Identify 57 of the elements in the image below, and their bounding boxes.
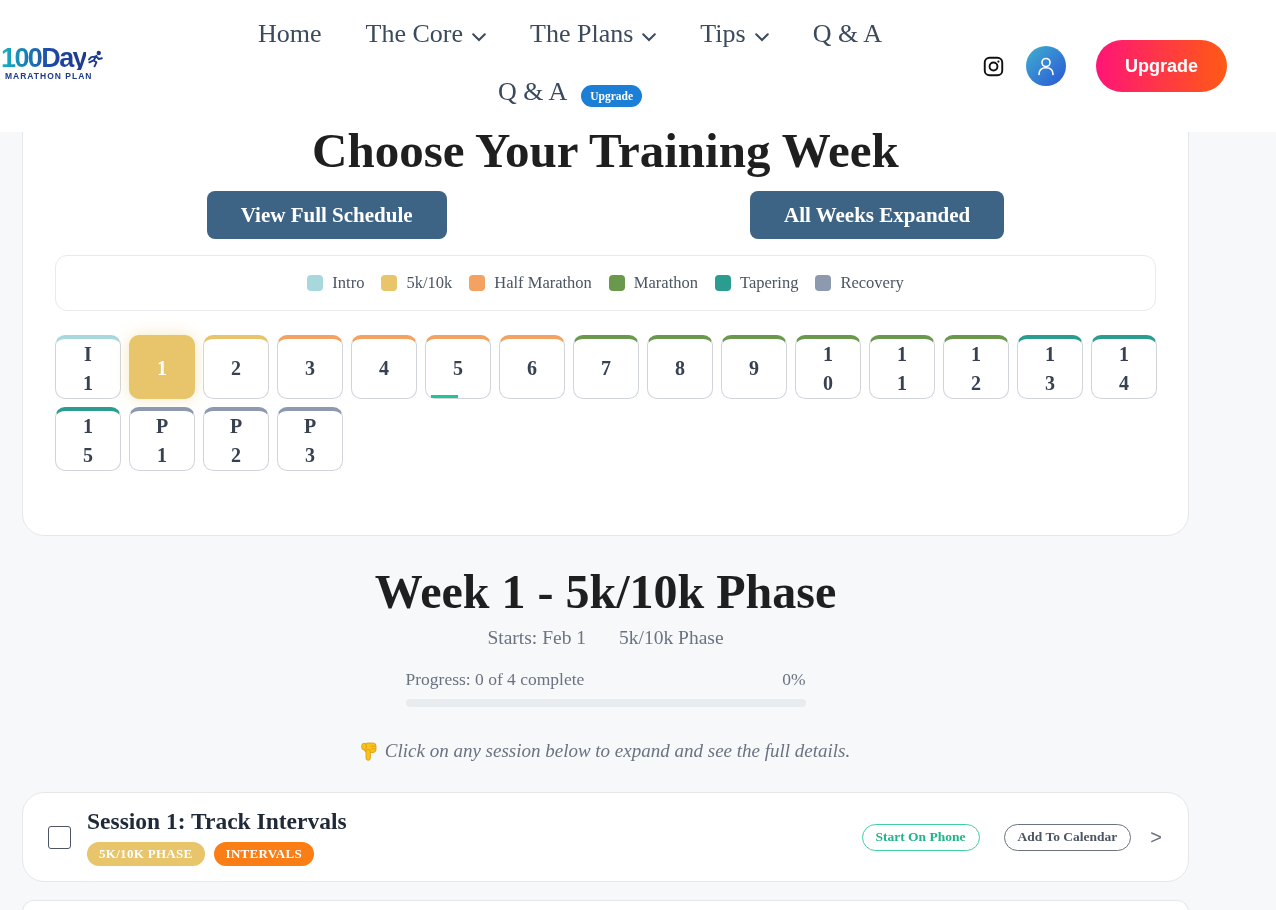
start-date-text: Starts: Feb 1 <box>487 626 586 650</box>
progress-reading: 0% <box>782 669 806 689</box>
legend-label: Marathon <box>633 273 698 293</box>
week-tile[interactable]: P2 <box>203 407 269 471</box>
week-tile[interactable]: 15 <box>55 407 121 471</box>
week-tile[interactable]: P3 <box>277 407 343 471</box>
session-action-button[interactable]: Add To Calendar <box>1003 823 1132 851</box>
user-avatar-icon[interactable] <box>1026 46 1066 86</box>
expand-toggle[interactable]: > <box>1148 825 1164 849</box>
week-tile[interactable]: I1 <box>55 335 121 399</box>
week-tile[interactable]: 14 <box>1091 335 1157 399</box>
phase-text: 5k/10k Phase <box>619 626 724 650</box>
chevron-down-icon <box>472 32 487 42</box>
nav-link[interactable]: Home <box>258 19 322 49</box>
session-tag: 5K/10K PHASE <box>87 842 205 866</box>
week-tile[interactable]: 4 <box>351 335 417 399</box>
pointing-hand-icon <box>360 741 377 761</box>
week-tile[interactable]: 13 <box>1017 335 1083 399</box>
nav-link[interactable]: Tips <box>700 19 769 49</box>
week-tile[interactable]: 2 <box>203 335 269 399</box>
week-tile[interactable]: 10 <box>795 335 861 399</box>
week-tile[interactable]: 12 <box>943 335 1009 399</box>
checkbox[interactable] <box>48 825 71 849</box>
upgrade-button[interactable]: Upgrade <box>1096 40 1227 92</box>
logo-tagline: MARATHON PLAN <box>5 71 93 81</box>
week-tile[interactable]: 11 <box>869 335 935 399</box>
instagram-icon[interactable] <box>983 55 1004 77</box>
week-title: Week 1 - 5k/10k Phase <box>374 566 837 618</box>
logo-wordmark[interactable]: 100Day <box>0 47 86 70</box>
session-card[interactable]: Session 1: Track Intervals 5K/10K PHASE INTERVALS Start On Phone Add To Calendar > <box>22 792 1189 882</box>
week-tile[interactable]: 7 <box>573 335 639 399</box>
runner-icon <box>87 49 103 68</box>
week-tile[interactable]: 9 <box>721 335 787 399</box>
week-tile[interactable]: 8 <box>647 335 713 399</box>
chevron-down-icon <box>754 32 769 42</box>
upgrade-badge: Upgrade <box>581 85 643 107</box>
week-tile[interactable]: 6 <box>499 335 565 399</box>
session-tag: INTERVALS <box>213 842 314 866</box>
chevron-down-icon <box>642 32 657 42</box>
week-tile[interactable]: P1 <box>129 407 195 471</box>
week-tile[interactable]: 3 <box>277 335 343 399</box>
legend-label: Recovery <box>840 273 904 293</box>
nav-link[interactable]: Q & A <box>497 77 568 107</box>
legend-label: Intro <box>332 273 365 293</box>
nav-link[interactable]: The Plans <box>530 19 657 49</box>
section-title: Choose Your Training Week <box>312 125 899 177</box>
nav-link[interactable]: Q & A <box>812 19 882 49</box>
session-title: Session 1: Track Intervals <box>87 808 347 834</box>
hint-text: Click on any session below to expand and see the full details. <box>384 739 851 763</box>
week-tile[interactable]: 5 <box>425 335 491 399</box>
schedule-button[interactable]: View Full Schedule <box>206 191 447 239</box>
legend-label: 5k/10k <box>406 273 453 293</box>
progress-label: Progress: 0 of 4 complete <box>405 669 585 689</box>
nav-link[interactable]: The Core <box>365 19 487 49</box>
schedule-button[interactable]: All Weeks Expanded <box>749 191 1005 239</box>
legend-label: Half Marathon <box>494 273 592 293</box>
legend-label: Tapering <box>740 273 799 293</box>
